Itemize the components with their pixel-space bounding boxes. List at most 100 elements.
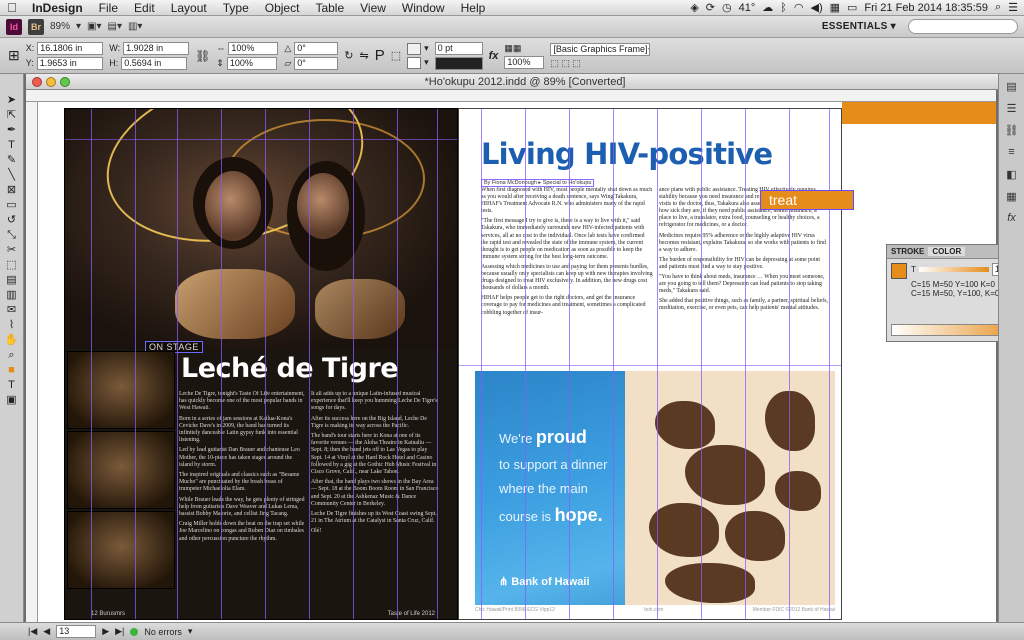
type-tool-icon[interactable]: T <box>4 139 20 151</box>
prev-page-icon[interactable]: ◀ <box>43 626 50 637</box>
wifi-icon[interactable]: ◠ <box>794 1 804 14</box>
h-field[interactable]: 0.5694 in <box>121 56 188 70</box>
direct-selection-tool-icon[interactable]: ⇱ <box>4 109 20 121</box>
apple-icon[interactable]:  <box>0 0 24 15</box>
last-page-icon[interactable]: ▶| <box>115 626 124 637</box>
column-guide[interactable] <box>177 109 178 619</box>
column-guide[interactable] <box>309 109 310 619</box>
formatting-icon[interactable]: T <box>4 379 20 391</box>
column-guide[interactable] <box>397 109 398 619</box>
first-page-icon[interactable]: |◀ <box>28 626 37 637</box>
pencil-tool-icon[interactable]: ✎ <box>4 154 20 166</box>
right-article-column-2[interactable]: ance plans with public assistance. Treat… <box>659 187 829 367</box>
fill-swatch[interactable] <box>407 42 422 55</box>
left-article-column-2[interactable]: It all adds up to a unique Latin-infused… <box>311 391 439 605</box>
w-field[interactable]: 1.9028 in <box>123 41 190 55</box>
page-number-field[interactable]: 13 <box>56 625 97 638</box>
select-container-icon[interactable]: ⬚ <box>391 49 401 62</box>
stroke-swatch[interactable] <box>407 56 422 69</box>
right-article-column-1[interactable]: When first diagnosed with HIV, most peop… <box>481 187 653 367</box>
leche-title[interactable]: Leché de Tigre <box>181 353 399 384</box>
fill-dropdown-icon[interactable]: ▾ <box>424 43 429 54</box>
menu-table[interactable]: Table <box>307 1 352 15</box>
screen-mode-icon[interactable]: ▣▾ <box>87 21 101 32</box>
rectangle-tool-icon[interactable]: ▭ <box>4 199 20 211</box>
left-article-column-1[interactable]: Leche De Tigre, tonight's Taste Of Life … <box>179 391 305 605</box>
time-machine-icon[interactable]: ◷ <box>722 1 732 14</box>
menu-type[interactable]: Type <box>215 1 257 15</box>
opacity-field[interactable]: 100% <box>504 55 545 69</box>
zoom-tool-icon[interactable]: ⌕ <box>4 349 20 361</box>
stroke-weight-field[interactable]: 0 pt <box>434 41 483 55</box>
column-guide[interactable] <box>265 109 266 619</box>
column-guide[interactable] <box>353 109 354 619</box>
margin-guide[interactable] <box>65 139 457 140</box>
reference-point-icon[interactable]: ⊞ <box>8 47 20 64</box>
column-guide[interactable] <box>135 109 136 619</box>
flag-icon[interactable]: ▦ <box>830 1 840 14</box>
bluetooth-icon[interactable]: ᛒ <box>780 2 787 14</box>
menu-view[interactable]: View <box>352 1 394 15</box>
menu-window[interactable]: Window <box>394 1 453 15</box>
paragraph-icon[interactable]: P <box>375 47 385 64</box>
tab-stroke[interactable]: STROKE <box>887 247 928 256</box>
rotate-cw-icon[interactable]: ↻ <box>344 49 353 62</box>
battery-icon[interactable]: ▭ <box>847 1 857 14</box>
stroke-dropdown-icon[interactable]: ▾ <box>424 57 429 68</box>
text-wrap-icon[interactable]: ▦▦ <box>504 43 521 54</box>
y-field[interactable]: 1.9653 in <box>36 56 103 70</box>
column-guide[interactable] <box>221 109 222 619</box>
thumbnail-photo-2[interactable] <box>67 431 175 509</box>
flip-icon[interactable]: ⇋ <box>359 49 368 62</box>
spotlight-icon[interactable]: ⌕ <box>995 1 1001 14</box>
menu-help[interactable]: Help <box>453 1 494 15</box>
stroke-type-dropdown[interactable] <box>434 56 483 70</box>
preflight-menu-icon[interactable]: ▾ <box>188 626 193 637</box>
line-tool-icon[interactable]: ╲ <box>4 169 20 181</box>
band-photo-main[interactable] <box>65 109 457 349</box>
selection-tool-icon[interactable]: ➤ <box>4 94 20 106</box>
bank-advertisement[interactable]: We're proud to support a dinner where th… <box>475 371 835 605</box>
tint-slider[interactable] <box>918 267 989 272</box>
menu-edit[interactable]: Edit <box>126 1 163 15</box>
color-icon[interactable]: ◧ <box>1003 168 1021 184</box>
x-field[interactable]: 16.1806 in <box>37 41 104 55</box>
rotate-tool-icon[interactable]: ↺ <box>4 214 20 226</box>
preflight-status-text[interactable]: No errors <box>144 627 182 637</box>
frame-layout-icon[interactable]: ▥▾ <box>128 21 142 32</box>
auto-fit-icon[interactable]: ⬚ ⬚ ⬚ <box>550 58 581 69</box>
notification-icon[interactable]: ☰ <box>1008 1 1018 14</box>
eyedropper-tool-icon[interactable]: ⌇ <box>4 319 20 331</box>
view-options-icon[interactable]: ▾ <box>76 21 81 32</box>
menu-app[interactable]: InDesign <box>24 1 91 15</box>
stroke-icon[interactable]: ≡ <box>1003 146 1021 162</box>
screen-mode-tool-icon[interactable]: ▣ <box>4 394 20 406</box>
object-style-dropdown[interactable]: [Basic Graphics Frame]+ <box>550 42 651 56</box>
scale-y-field[interactable]: 100% <box>226 56 277 70</box>
menu-object[interactable]: Object <box>257 1 308 15</box>
fill-swatch-large[interactable] <box>891 263 907 279</box>
scissors-tool-icon[interactable]: ✂ <box>4 244 20 256</box>
zoom-level[interactable]: 89% <box>50 21 70 32</box>
links-icon[interactable]: ⛓ <box>1003 124 1021 140</box>
pages-icon[interactable]: ▤ <box>1003 80 1021 96</box>
column-guide[interactable] <box>437 109 438 619</box>
right-page[interactable]: Living HIV-positive By Fiona McDonough ▸… <box>458 108 842 620</box>
pen-tool-icon[interactable]: ✒ <box>4 124 20 136</box>
sync-icon[interactable]: ⟳ <box>706 1 715 14</box>
tab-color[interactable]: COLOR <box>928 247 966 256</box>
frame-tool-icon[interactable]: ⊠ <box>4 184 20 196</box>
vertical-ruler[interactable] <box>26 102 38 622</box>
fx-icon[interactable]: fx <box>489 50 499 62</box>
column-guide[interactable] <box>91 109 92 619</box>
left-page[interactable]: ON STAGE Leché de Tigre Leche De Tigre, … <box>64 108 458 620</box>
horizontal-ruler[interactable] <box>26 90 996 102</box>
menu-file[interactable]: File <box>91 1 126 15</box>
gradient-tool-icon[interactable]: ▤ <box>4 274 20 286</box>
clock-text[interactable]: Fri 21 Feb 2014 18:35:59 <box>864 2 988 14</box>
hand-tool-icon[interactable]: ✋ <box>4 334 20 346</box>
constrain-proportions-icon[interactable]: ⛓ <box>195 49 210 63</box>
fill-stroke-icon[interactable]: ■ <box>4 364 20 376</box>
thumbnail-photo-3[interactable] <box>67 511 175 589</box>
arrange-documents-icon[interactable]: ▤▾ <box>108 21 122 32</box>
